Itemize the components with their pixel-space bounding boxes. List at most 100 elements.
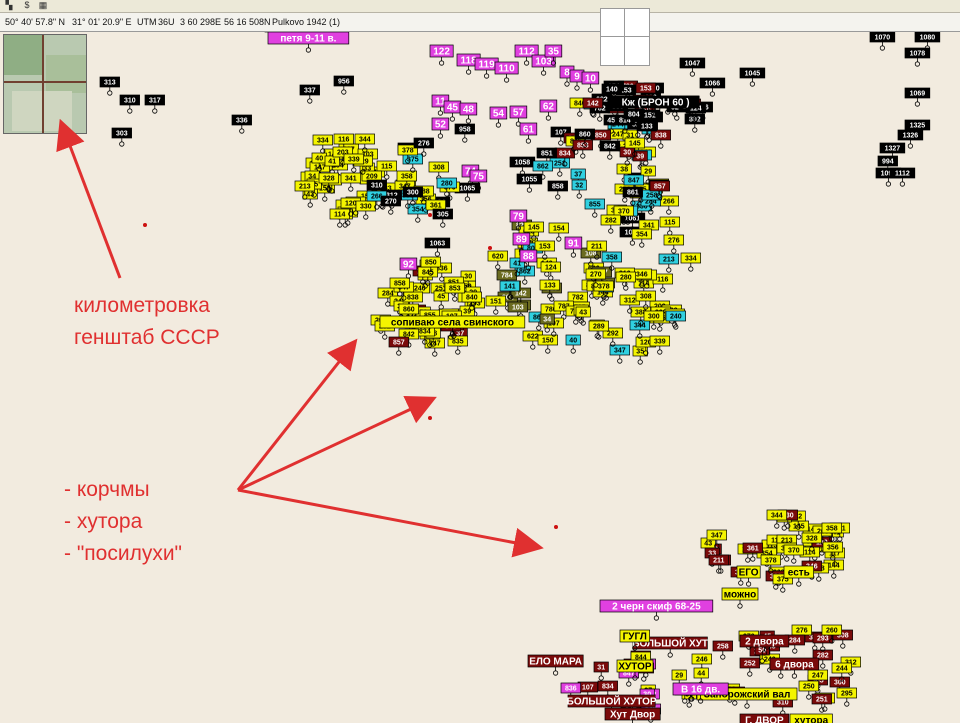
map-marker[interactable]: 1080 [914,32,941,51]
map-marker[interactable]: 375 [402,153,423,173]
map-marker[interactable]: 110 [494,61,519,83]
map-marker[interactable]: можно [721,587,759,609]
svg-text:213: 213 [663,257,675,264]
map-marker[interactable]: 34 [539,313,555,333]
dollar-tool-icon[interactable]: $ [22,1,32,10]
map-marker[interactable]: 270 [380,195,401,215]
map-marker[interactable]: 280 [615,271,636,291]
map-marker[interactable]: 91 [564,236,583,258]
map-marker[interactable]: 1055 [516,173,543,193]
map-marker[interactable]: 855 [584,198,605,218]
map-marker[interactable]: 310 [119,94,140,114]
map-marker[interactable]: 276 [663,234,684,254]
map-marker[interactable]: 153 [534,240,555,260]
map-marker[interactable]: 1047 [679,57,706,77]
map-marker[interactable]: Г. ДВОР [739,713,790,723]
map-point[interactable] [488,246,492,250]
map-marker[interactable]: 247 [424,337,445,357]
map-marker[interactable]: 956 [333,75,354,95]
map-marker[interactable]: 858 [547,180,568,200]
map-marker[interactable]: 347 [609,344,630,364]
svg-text:346: 346 [636,272,648,279]
map-marker[interactable]: 334 [680,252,701,272]
map-marker[interactable]: 115 [659,216,680,236]
map-marker[interactable]: 282 [600,214,621,234]
map-marker[interactable]: 344 [629,319,650,339]
map-marker[interactable]: 10 [581,71,600,93]
map-markers-layer[interactable]: 3133103173033373363339569599581058105510… [0,32,960,723]
map-marker[interactable]: 620 [487,250,508,270]
svg-text:956: 956 [338,79,350,86]
map-marker[interactable]: 1045 [739,67,766,87]
map-marker[interactable]: 1058 [509,156,536,176]
map-marker[interactable]: ЕЛО МАРА [527,654,584,676]
map-marker[interactable]: 252 [739,657,760,677]
map-marker[interactable]: 853 [572,139,593,159]
map-marker[interactable]: 2 черн скиф 68-25 [599,599,714,621]
map-marker[interactable]: 124 [540,261,561,281]
map-marker[interactable]: 103 [531,54,556,76]
minimap-thumbnail[interactable] [3,34,87,134]
grid-tool-icon[interactable]: ▦ [38,1,48,10]
map-marker[interactable]: ЕГО [736,565,761,587]
map-canvas[interactable]: 3133103173033373363339569599581058105510… [0,32,960,723]
map-marker[interactable]: 295 [836,687,857,707]
map-marker[interactable]: 303 [111,127,132,147]
map-marker[interactable]: 341 [340,172,361,192]
map-point[interactable] [143,223,147,227]
map-marker[interactable]: 1063 [424,237,451,257]
map-marker[interactable]: 313 [99,76,120,96]
map-point[interactable] [428,416,432,420]
map-marker[interactable]: 835 [447,335,468,355]
map-marker[interactable]: 40 [565,334,581,354]
map-marker[interactable]: петя 9-11 в. [267,32,350,53]
map-marker[interactable]: 842 [599,140,620,160]
map-marker[interactable]: 48 [459,102,478,124]
map-marker[interactable]: Хут Двор [604,707,661,723]
svg-text:280: 280 [620,275,632,282]
map-marker[interactable]: 1112 [889,167,916,187]
map-marker[interactable]: 61 [519,122,538,144]
map-marker[interactable]: 62 [539,99,558,121]
grid-selector-widget[interactable] [600,8,650,66]
map-marker[interactable]: 336 [231,114,252,134]
map-marker[interactable]: 122 [429,44,454,66]
map-marker[interactable]: 354 [407,203,428,223]
map-marker[interactable]: 339 [649,335,670,355]
map-marker[interactable]: 370 [783,544,804,564]
map-marker[interactable]: 308 [428,161,449,181]
map-marker[interactable]: 213 [658,253,679,273]
svg-text:БОЛЬШОЙ ХУТОР: БОЛЬШОЙ ХУТОР [567,695,657,708]
map-marker[interactable]: 958 [454,123,475,143]
map-marker[interactable]: 240 [665,310,686,330]
map-marker[interactable]: 337 [299,84,320,104]
map-marker[interactable]: 31 [593,661,609,681]
map-marker[interactable]: 54 [489,106,508,128]
svg-text:79: 79 [513,212,525,223]
map-marker[interactable]: 1078 [904,47,931,67]
map-marker[interactable]: 52 [431,117,450,139]
map-marker[interactable]: 330 [355,200,376,220]
map-marker[interactable]: 251 [811,693,832,713]
map-marker[interactable]: 30 [619,146,635,166]
map-marker[interactable]: 151 [485,295,506,315]
map-marker[interactable]: 1069 [904,87,931,107]
map-marker[interactable]: 45 [433,290,449,310]
map-point[interactable] [428,213,432,217]
map-marker[interactable]: 32 [571,179,587,199]
map-marker[interactable]: 1070 [869,32,896,51]
map-marker[interactable]: хутора [789,713,833,723]
map-marker[interactable]: 258 [712,640,733,660]
map-marker[interactable]: 305 [432,208,453,228]
map-marker[interactable]: 280 [436,177,457,197]
map-marker[interactable]: 1066 [699,77,726,97]
map-marker[interactable]: 150 [537,334,558,354]
map-marker[interactable]: 857 [388,336,409,356]
map-marker[interactable]: 838 [650,129,671,149]
svg-text:1065: 1065 [460,186,476,193]
map-marker[interactable]: 133 [539,279,560,299]
map-tool-icon[interactable]: ▚ [4,1,14,10]
map-point[interactable] [554,525,558,529]
map-marker[interactable]: 354 [631,228,652,248]
map-marker[interactable]: 317 [144,94,165,114]
